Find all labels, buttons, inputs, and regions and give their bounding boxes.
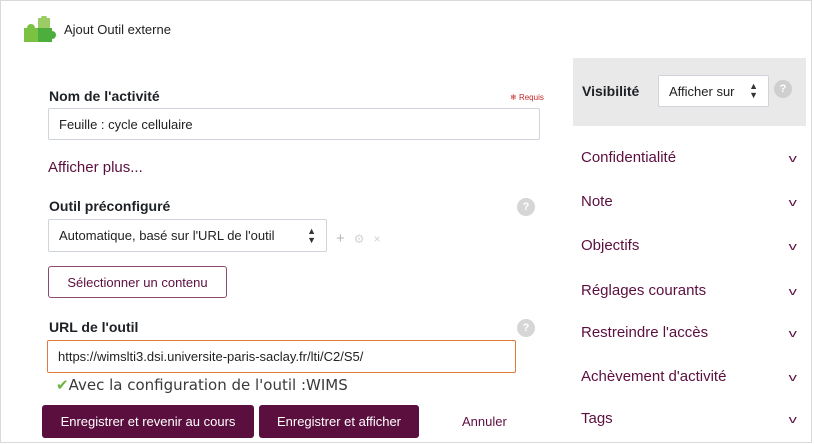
- activity-name-label: Nom de l'activité: [49, 88, 160, 104]
- add-icon[interactable]: +: [336, 230, 345, 247]
- help-icon[interactable]: ?: [517, 198, 535, 216]
- chevron-down-icon[interactable]: v: [789, 241, 797, 253]
- section-tags[interactable]: Tags: [581, 410, 613, 427]
- activity-name-input[interactable]: Feuille : cycle cellulaire: [48, 108, 540, 140]
- section-objectifs[interactable]: Objectifs: [581, 237, 639, 254]
- cancel-button[interactable]: Annuler: [462, 414, 507, 429]
- chevron-down-icon[interactable]: v: [789, 328, 797, 340]
- visibility-value: Afficher sur: [669, 83, 735, 99]
- chevron-down-icon[interactable]: v: [789, 153, 797, 165]
- tool-actions: + ⚙ ×: [336, 230, 381, 247]
- section-reglages-courants[interactable]: Réglages courants: [581, 282, 706, 299]
- section-restreindre-acces[interactable]: Restreindre l'accès: [581, 324, 708, 341]
- config-note: ✔Avec la configuration de l'outil :WIMS: [56, 376, 348, 394]
- required-text: Requis: [518, 93, 544, 102]
- required-indicator: ❄ Requis: [510, 93, 544, 102]
- preconfigured-tool-value: Automatique, basé sur l'URL de l'outil: [59, 228, 275, 243]
- gear-icon[interactable]: ⚙: [354, 232, 365, 246]
- section-note[interactable]: Note: [581, 193, 613, 210]
- save-and-return-button[interactable]: Enregistrer et revenir au cours: [42, 405, 254, 438]
- show-more-link[interactable]: Afficher plus...: [48, 159, 143, 176]
- tool-url-input[interactable]: https://wimslti3.dsi.universite-paris-sa…: [47, 340, 516, 373]
- visibility-select[interactable]: Afficher sur ▲ ▼: [658, 75, 769, 107]
- activity-name-value: Feuille : cycle cellulaire: [59, 116, 193, 132]
- puzzle-icon: [24, 16, 56, 42]
- select-arrows-icon: ▲ ▼: [307, 225, 316, 245]
- chevron-down-icon[interactable]: v: [789, 197, 797, 209]
- tool-url-label: URL de l'outil: [49, 319, 139, 335]
- section-achevement[interactable]: Achèvement d'activité: [581, 368, 726, 385]
- chevron-down-icon[interactable]: v: [789, 286, 797, 298]
- select-content-button[interactable]: Sélectionner un contenu: [48, 266, 227, 298]
- page-title: Ajout Outil externe: [64, 22, 171, 37]
- visibility-label: Visibilité: [582, 83, 640, 99]
- chevron-down-icon[interactable]: v: [789, 414, 797, 426]
- help-icon[interactable]: ?: [517, 319, 535, 337]
- section-confidentialite[interactable]: Confidentialité: [581, 149, 676, 166]
- tool-url-value: https://wimslti3.dsi.universite-paris-sa…: [58, 349, 364, 364]
- save-and-show-button[interactable]: Enregistrer et afficher: [259, 405, 419, 438]
- chevron-down-icon[interactable]: v: [789, 372, 797, 384]
- close-icon[interactable]: ×: [374, 232, 381, 246]
- config-note-text: Avec la configuration de l'outil :WIMS: [68, 376, 348, 394]
- check-icon: ✔: [56, 376, 69, 394]
- preconfigured-tool-select[interactable]: Automatique, basé sur l'URL de l'outil ▲…: [48, 219, 327, 252]
- help-icon[interactable]: ?: [774, 80, 792, 98]
- preconfigured-tool-label: Outil préconfiguré: [49, 198, 171, 214]
- select-arrows-icon: ▲ ▼: [749, 81, 758, 100]
